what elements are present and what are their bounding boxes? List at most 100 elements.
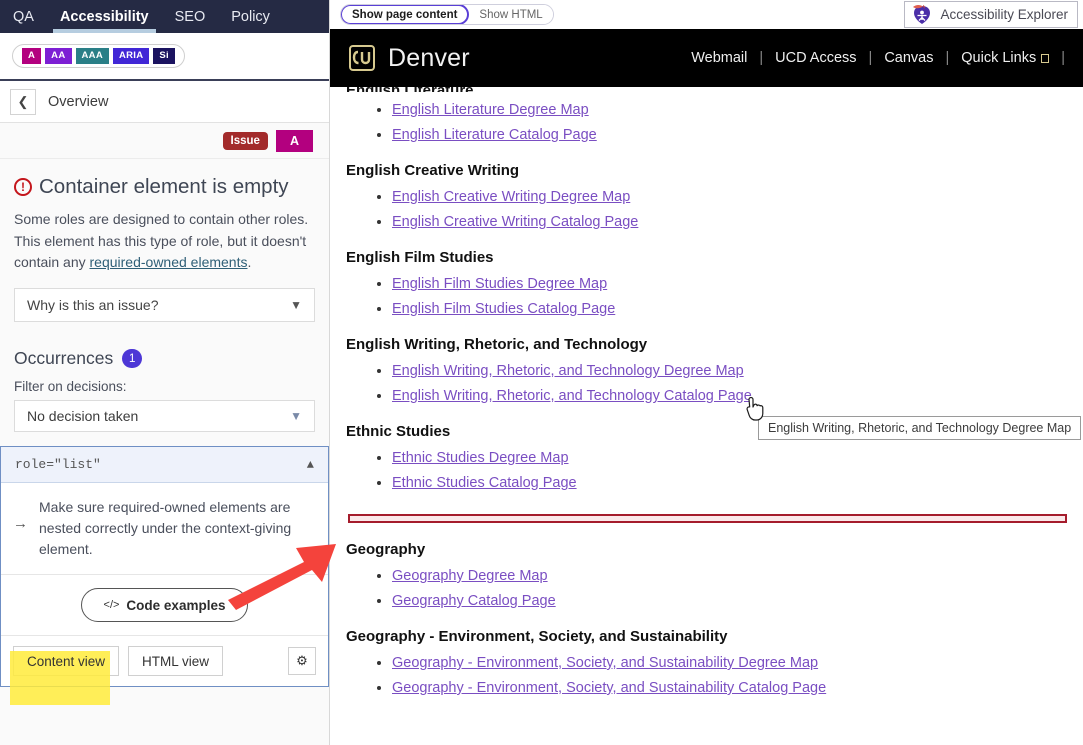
issue-title-text: Container element is empty xyxy=(39,175,289,199)
issue-description-part2: . xyxy=(247,254,251,270)
tab-accessibility-label: Accessibility xyxy=(60,9,149,25)
list-item: Geography Degree Map xyxy=(392,567,1069,585)
page-title: ! Container element is empty xyxy=(14,175,315,199)
list-item: English Literature Degree Map xyxy=(392,101,1069,119)
page-preview-panel: Show page content Show HTML Accessibilit… xyxy=(330,0,1083,745)
issue-description: Some roles are designed to contain other… xyxy=(14,209,315,274)
list-item: Ethnic Studies Degree Map xyxy=(392,449,1069,467)
list-item: English Film Studies Degree Map xyxy=(392,275,1069,293)
section-heading-english-film-studies: English Film Studies xyxy=(346,249,1069,266)
site-nav: Webmail | UCD Access | Canvas | Quick Li… xyxy=(679,50,1065,66)
external-link-icon xyxy=(1041,54,1049,63)
level-badge-aaa[interactable]: AAA xyxy=(76,48,109,64)
breadcrumb-label[interactable]: Overview xyxy=(48,94,108,110)
occurrence-selector-row[interactable]: role="list" ▲ xyxy=(1,447,328,483)
code-examples-label: Code examples xyxy=(126,598,225,613)
link-geography-environment-catalog-page[interactable]: Geography - Environment, Society, and Su… xyxy=(392,680,826,696)
chevron-down-icon: ▼ xyxy=(290,298,302,312)
nav-ucd-access[interactable]: UCD Access xyxy=(763,50,868,66)
nav-quick-links[interactable]: Quick Links xyxy=(949,50,1061,66)
conformance-level-filter: A AA AAA ARIA Si xyxy=(0,33,329,81)
accessibility-explorer-label: Accessibility Explorer xyxy=(940,7,1068,22)
nav-webmail[interactable]: Webmail xyxy=(679,50,759,66)
occurrence-advice: → Make sure required-owned elements are … xyxy=(1,483,328,575)
show-html-button[interactable]: Show HTML xyxy=(469,5,552,24)
link-english-writing-rhetoric-technology-catalog-page[interactable]: English Writing, Rhetoric, and Technolog… xyxy=(392,388,752,404)
link-english-creative-writing-catalog-page[interactable]: English Creative Writing Catalog Page xyxy=(392,214,638,230)
link-ethnic-studies-catalog-page[interactable]: Ethnic Studies Catalog Page xyxy=(392,475,577,491)
decision-filter-select[interactable]: No decision taken ▼ xyxy=(14,400,315,432)
gear-icon[interactable]: ⚙ xyxy=(288,647,316,675)
tab-seo[interactable]: SEO xyxy=(162,0,219,33)
link-list: English Literature Degree Map English Li… xyxy=(346,101,1069,144)
chevron-up-icon: ▲ xyxy=(307,458,314,472)
list-item: Geography - Environment, Society, and Su… xyxy=(392,654,1069,672)
occurrences-header: Occurrences 1 xyxy=(14,348,315,369)
link-list: Geography Degree Map Geography Catalog P… xyxy=(346,567,1069,610)
link-english-creative-writing-degree-map[interactable]: English Creative Writing Degree Map xyxy=(392,189,630,205)
list-item: English Creative Writing Degree Map xyxy=(392,188,1069,206)
issue-detail-panel: ! Container element is empty Some roles … xyxy=(0,159,329,745)
html-view-label: HTML view xyxy=(142,654,209,669)
tab-policy[interactable]: Policy xyxy=(218,0,283,33)
link-list: Geography - Environment, Society, and Su… xyxy=(346,654,1069,697)
list-item: English Literature Catalog Page xyxy=(392,126,1069,144)
link-ethnic-studies-degree-map[interactable]: Ethnic Studies Degree Map xyxy=(392,450,569,466)
required-owned-elements-link[interactable]: required-owned elements xyxy=(90,254,248,270)
occurrence-advice-text: Make sure required-owned elements are ne… xyxy=(39,497,312,560)
link-english-film-studies-catalog-page[interactable]: English Film Studies Catalog Page xyxy=(392,301,615,317)
list-item: English Film Studies Catalog Page xyxy=(392,300,1069,318)
section-heading-english-creative-writing: English Creative Writing xyxy=(346,162,1069,179)
occurrences-title: Occurrences xyxy=(14,348,113,369)
link-list: English Film Studies Degree Map English … xyxy=(346,275,1069,318)
conformance-badge-pill: A AA AAA ARIA Si xyxy=(12,44,185,68)
link-geography-catalog-page[interactable]: Geography Catalog Page xyxy=(392,593,556,609)
issue-badges: Issue A xyxy=(0,123,329,159)
link-english-writing-rhetoric-technology-degree-map[interactable]: English Writing, Rhetoric, and Technolog… xyxy=(392,363,744,379)
code-examples-button[interactable]: </> Code examples xyxy=(81,588,249,622)
link-list: English Writing, Rhetoric, and Technolog… xyxy=(346,362,1069,405)
status-badge-issue: Issue xyxy=(223,132,268,150)
level-badge-aria[interactable]: ARIA xyxy=(113,48,149,64)
tab-policy-label: Policy xyxy=(231,9,270,25)
accessibility-explorer-badge[interactable]: Accessibility Explorer xyxy=(904,1,1078,28)
status-badge-level: A xyxy=(276,130,313,152)
decision-filter-value: No decision taken xyxy=(27,408,138,424)
content-view-button[interactable]: Content view xyxy=(13,646,119,676)
section-heading-english-writing-rhetoric-technology: English Writing, Rhetoric, and Technolog… xyxy=(346,336,1069,353)
section-heading-geography: Geography xyxy=(346,541,1069,558)
link-english-literature-degree-map[interactable]: English Literature Degree Map xyxy=(392,102,589,118)
link-english-film-studies-degree-map[interactable]: English Film Studies Degree Map xyxy=(392,276,607,292)
tab-qa[interactable]: QA xyxy=(0,0,47,33)
view-toggle-row: Content view HTML view ⚙ xyxy=(1,636,328,686)
nav-divider: | xyxy=(1061,50,1065,66)
link-geography-environment-degree-map[interactable]: Geography - Environment, Society, and Su… xyxy=(392,655,818,671)
filter-label: Filter on decisions: xyxy=(14,379,315,394)
link-geography-degree-map[interactable]: Geography Degree Map xyxy=(392,568,548,584)
html-view-button[interactable]: HTML view xyxy=(128,646,223,676)
level-badge-a[interactable]: A xyxy=(22,48,41,64)
occurrence-selector-text: role="list" xyxy=(15,457,101,472)
occurrences-count-badge: 1 xyxy=(122,349,142,368)
level-badge-si[interactable]: Si xyxy=(153,48,175,64)
site-header: Denver Webmail | UCD Access | Canvas | Q… xyxy=(330,29,1083,87)
accordion-label: Why is this an issue? xyxy=(27,297,159,313)
why-is-this-an-issue-accordion[interactable]: Why is this an issue? ▼ xyxy=(14,288,315,322)
chevron-left-icon[interactable]: ❮ xyxy=(10,89,36,115)
list-item: Geography Catalog Page xyxy=(392,592,1069,610)
tab-qa-label: QA xyxy=(13,9,34,25)
highlighted-empty-list-element xyxy=(348,514,1067,523)
nav-canvas[interactable]: Canvas xyxy=(872,50,945,66)
occurrence-card: role="list" ▲ → Make sure required-owned… xyxy=(0,446,329,687)
application-window: QA Accessibility SEO Policy A AA AAA ARI… xyxy=(0,0,1083,745)
show-page-content-button[interactable]: Show page content xyxy=(340,4,469,25)
accessibility-explorer-logo xyxy=(911,4,933,25)
cu-logo[interactable] xyxy=(348,43,376,73)
nav-quick-links-label: Quick Links xyxy=(961,50,1036,66)
tab-accessibility[interactable]: Accessibility xyxy=(47,0,162,33)
link-english-literature-catalog-page[interactable]: English Literature Catalog Page xyxy=(392,127,597,143)
arrow-right-icon: → xyxy=(13,497,28,560)
module-tabs: QA Accessibility SEO Policy xyxy=(0,0,329,33)
level-badge-aa[interactable]: AA xyxy=(45,48,71,64)
section-heading-geography-environment-society-sustainability: Geography - Environment, Society, and Su… xyxy=(346,628,1069,645)
